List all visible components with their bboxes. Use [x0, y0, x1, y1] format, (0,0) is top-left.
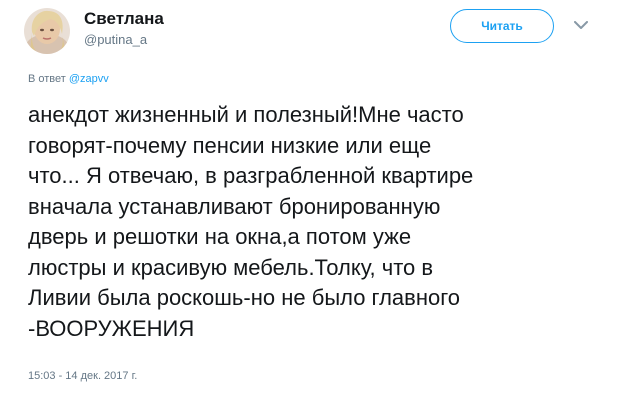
- reply-context: В ответ @zapvv: [28, 73, 109, 85]
- avatar-photo: [24, 8, 70, 54]
- tweet-text: анекдот жизненный и полезный!Мне часто г…: [28, 102, 474, 341]
- tweet-timestamp[interactable]: 15:03 - 14 дек. 2017 г.: [28, 370, 137, 382]
- author-handle[interactable]: @putina_a: [84, 32, 147, 47]
- follow-button[interactable]: Читать: [450, 9, 554, 43]
- reply-prefix: В ответ: [28, 73, 66, 85]
- chevron-down-icon[interactable]: [572, 16, 590, 34]
- tweet-card: Светлана @putina_a Читать В ответ @zapvv…: [0, 0, 624, 403]
- author-display-name[interactable]: Светлана: [84, 9, 164, 29]
- avatar[interactable]: [24, 8, 70, 54]
- reply-mention-link[interactable]: @zapvv: [69, 73, 109, 85]
